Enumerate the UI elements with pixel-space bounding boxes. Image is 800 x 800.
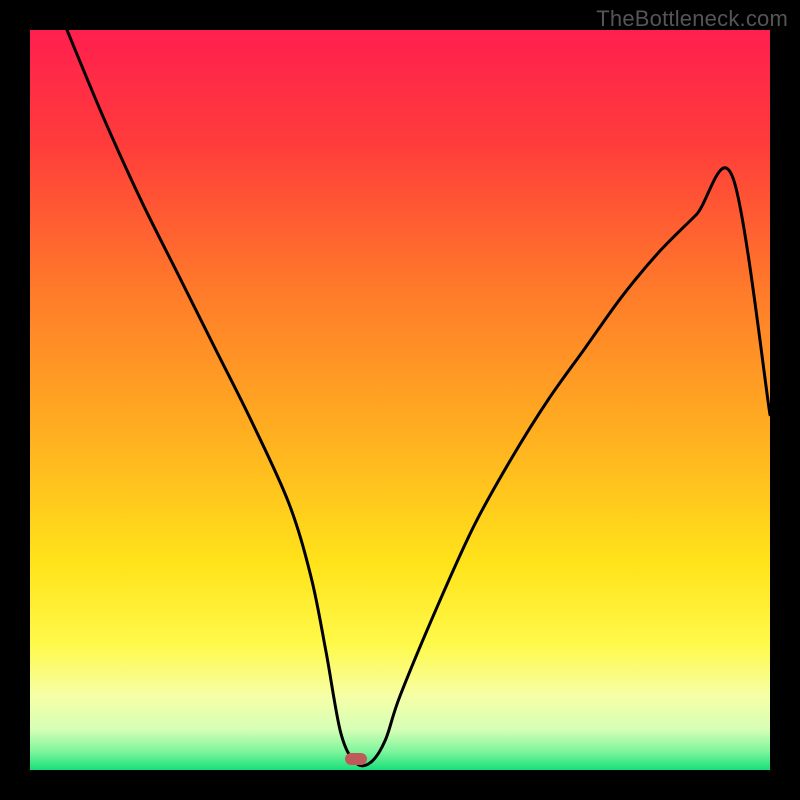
chart-frame: TheBottleneck.com — [0, 0, 800, 800]
minimum-marker — [345, 753, 367, 765]
bottleneck-curve — [30, 30, 770, 770]
plot-area — [30, 30, 770, 770]
watermark-text: TheBottleneck.com — [596, 6, 788, 32]
